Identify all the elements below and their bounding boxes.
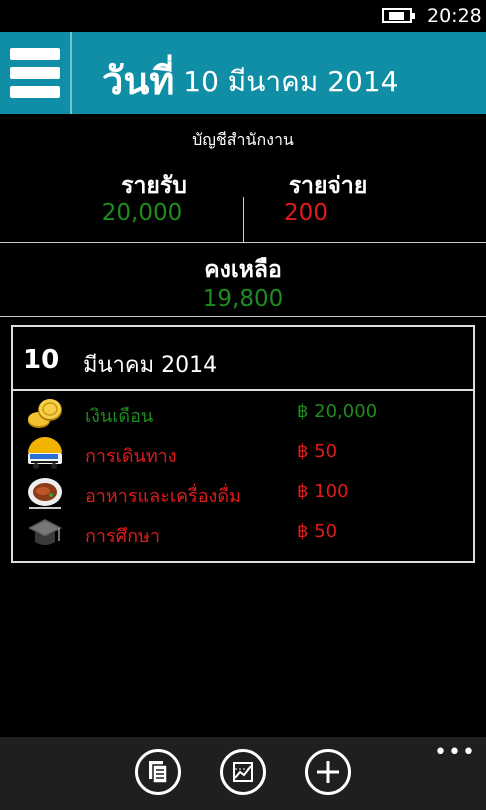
more-options-button[interactable]: ••• — [434, 740, 476, 765]
app-bar: ••• — [0, 737, 486, 810]
balance-label: คงเหลือ — [204, 257, 282, 283]
menu-button[interactable] — [0, 32, 72, 114]
entry-category: การเดินทาง — [85, 446, 177, 467]
chart-button[interactable] — [220, 749, 266, 795]
title-date: 10 มีนาคม 2014 — [183, 65, 399, 98]
hamburger-icon — [10, 48, 60, 60]
battery-charging-icon — [382, 8, 415, 23]
entry-amount: ฿ 50 — [297, 441, 338, 462]
title-prefix: วันที่ — [102, 59, 175, 103]
entry-amount: ฿ 50 — [297, 521, 338, 542]
entry-amount: ฿ 100 — [297, 481, 349, 502]
divider — [243, 197, 244, 242]
entry-category: การศึกษา — [85, 526, 160, 547]
month-year: มีนาคม 2014 — [83, 353, 218, 378]
entry-category: อาหารและเครื่องดื่ม — [85, 486, 241, 507]
food-plate-icon — [28, 478, 62, 509]
list-item[interactable]: การศึกษา ฿ 50 — [13, 513, 473, 553]
divider — [0, 316, 486, 317]
documents-icon — [149, 761, 168, 784]
header: วันที่ 10 มีนาคม 2014 — [0, 32, 486, 114]
day-card[interactable]: 10 มีนาคม 2014 เงินเดือน ฿ 20,000 การเดิ… — [11, 325, 475, 563]
bus-icon — [28, 437, 62, 469]
add-button[interactable] — [305, 749, 351, 795]
day-number: 10 — [23, 345, 60, 375]
account-name: บัญชีสำนักงาน — [192, 130, 294, 149]
status-bar: 20:28 — [0, 0, 486, 32]
expense-value: 200 — [284, 200, 328, 226]
divider — [0, 242, 486, 243]
balance-value: 19,800 — [202, 286, 284, 312]
expense-label: รายจ่าย — [288, 173, 368, 199]
day-card-header: 10 มีนาคม 2014 — [13, 327, 473, 391]
list-item[interactable]: อาหารและเครื่องดื่ม ฿ 100 — [13, 473, 473, 513]
plus-icon — [317, 761, 339, 783]
documents-button[interactable] — [135, 749, 181, 795]
coins-icon — [28, 399, 62, 428]
list-item[interactable]: การเดินทาง ฿ 50 — [13, 433, 473, 473]
page-title: วันที่ 10 มีนาคม 2014 — [102, 50, 398, 111]
chart-icon — [233, 762, 253, 782]
income-label: รายรับ — [121, 173, 187, 199]
graduation-cap-icon — [28, 519, 62, 545]
entry-category: เงินเดือน — [85, 406, 154, 427]
clock: 20:28 — [427, 5, 482, 27]
entry-amount: ฿ 20,000 — [297, 401, 378, 422]
list-item[interactable]: เงินเดือน ฿ 20,000 — [13, 393, 473, 433]
